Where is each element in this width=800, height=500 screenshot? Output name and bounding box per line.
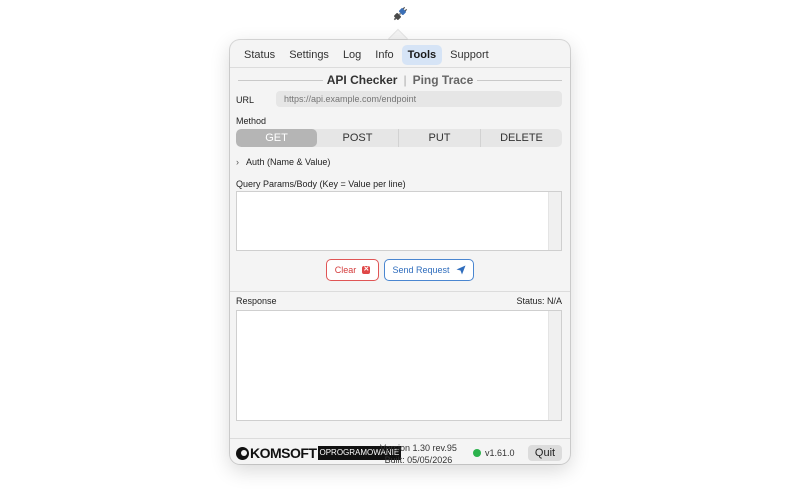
method-put[interactable]: PUT <box>399 129 481 147</box>
runtime-version: v1.61.0 <box>485 448 515 458</box>
logo-mark-icon <box>236 446 249 460</box>
version-line: Version 1.30 rev.95 <box>380 443 457 453</box>
popover-window: Status Settings Log Info Tools Support A… <box>230 40 570 466</box>
subtab-separator: | <box>403 73 407 87</box>
send-button-label: Send Request <box>392 265 450 275</box>
method-label: Method <box>236 116 267 126</box>
response-status: Status: N/A <box>516 296 562 306</box>
komsoft-logo: KOMSOFT OPROGRAMOWANIE <box>236 445 402 461</box>
status-indicator-dot <box>473 449 481 457</box>
response-textarea[interactable] <box>236 310 562 421</box>
params-scrollbar[interactable] <box>548 192 561 250</box>
url-input[interactable] <box>276 91 562 107</box>
url-label: URL <box>236 95 255 105</box>
tab-status[interactable]: Status <box>238 45 281 65</box>
method-segmented-control: GET POST PUT DELETE <box>236 129 562 147</box>
tab-settings[interactable]: Settings <box>283 45 335 65</box>
subtab-api-checker[interactable]: API Checker <box>323 73 402 87</box>
quit-button[interactable]: Quit <box>528 445 562 461</box>
chevron-right-icon: › <box>236 157 239 167</box>
clear-button[interactable]: Clear ✕ <box>326 259 379 281</box>
subtitle-line-left <box>238 79 323 81</box>
params-label: Query Params/Body (Key = Value per line) <box>236 179 406 189</box>
paper-plane-icon <box>456 265 466 275</box>
tool-switcher: API Checker | Ping Trace <box>238 72 562 88</box>
response-label: Response <box>236 296 277 306</box>
clear-button-label: Clear <box>334 265 357 275</box>
footer-divider <box>230 438 570 439</box>
subtitle-line-right <box>477 79 562 81</box>
tab-support[interactable]: Support <box>444 45 495 65</box>
version-info: Version 1.30 rev.95 Built: 05/05/2026 <box>380 442 457 466</box>
method-post[interactable]: POST <box>317 129 399 147</box>
tab-info[interactable]: Info <box>369 45 399 65</box>
params-textarea[interactable] <box>236 191 562 251</box>
method-delete[interactable]: DELETE <box>481 129 562 147</box>
tab-tools[interactable]: Tools <box>401 45 443 65</box>
built-line: Built: 05/05/2026 <box>384 455 453 465</box>
response-scrollbar[interactable] <box>548 311 561 420</box>
network-plug-icon[interactable] <box>392 6 408 22</box>
method-get[interactable]: GET <box>236 129 317 147</box>
clear-x-icon: ✕ <box>362 266 371 274</box>
tab-log[interactable]: Log <box>337 45 367 65</box>
logo-text: KOMSOFT <box>250 445 317 461</box>
send-request-button[interactable]: Send Request <box>384 259 474 281</box>
tabs-divider <box>230 67 570 68</box>
subtab-ping-trace[interactable]: Ping Trace <box>409 73 478 87</box>
auth-label: Auth (Name & Value) <box>246 157 331 167</box>
auth-disclosure[interactable]: › Auth (Name & Value) <box>236 157 330 167</box>
tab-bar: Status Settings Log Info Tools Support <box>238 45 495 65</box>
section-divider <box>230 291 570 292</box>
